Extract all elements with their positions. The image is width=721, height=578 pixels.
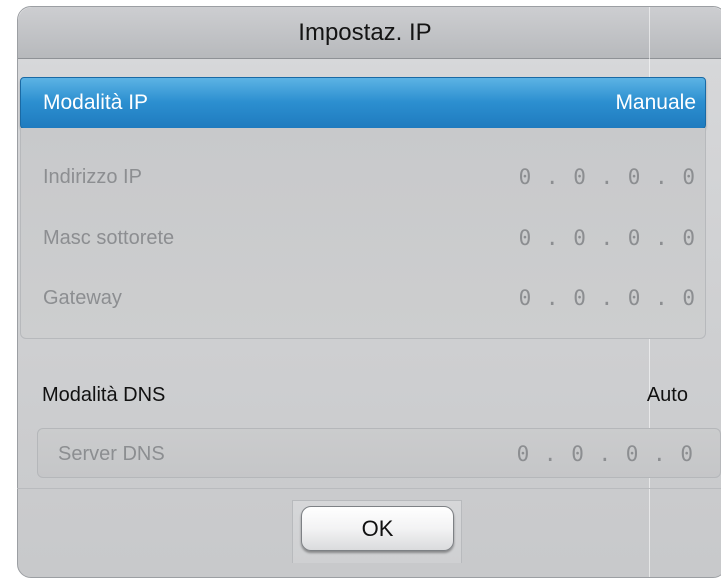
subnet-mask-field[interactable]: 0 . 0 . 0 . 0 <box>519 226 696 250</box>
dialog-titlebar: Impostaz. IP <box>18 7 721 59</box>
gateway-label: Gateway <box>43 287 122 309</box>
dns-mode-value[interactable]: Auto <box>647 384 688 407</box>
ip-mode-label: Modalità IP <box>43 91 149 114</box>
dns-server-field[interactable]: 0 . 0 . 0 . 0 <box>517 442 694 466</box>
dns-mode-label[interactable]: Modalità DNS <box>42 384 165 407</box>
ip-address-field[interactable]: 0 . 0 . 0 . 0 <box>519 165 696 189</box>
ip-address-label: Indirizzo IP <box>43 166 142 188</box>
subnet-mask-label: Masc sottorete <box>43 227 175 249</box>
ip-fields-group: Indirizzo IP 0 . 0 . 0 . 0 Masc sottoret… <box>20 128 706 339</box>
dns-server-row: Server DNS 0 . 0 . 0 . 0 <box>37 428 721 478</box>
dns-server-label: Server DNS <box>58 443 165 465</box>
footer-separator <box>17 488 721 489</box>
dialog-title: Impostaz. IP <box>298 19 432 46</box>
gateway-field[interactable]: 0 . 0 . 0 . 0 <box>519 286 696 310</box>
ip-mode-row[interactable]: Modalità IP Manuale <box>20 77 706 129</box>
ok-button[interactable]: OK <box>301 506 454 551</box>
ip-mode-value: Manuale <box>615 91 696 114</box>
